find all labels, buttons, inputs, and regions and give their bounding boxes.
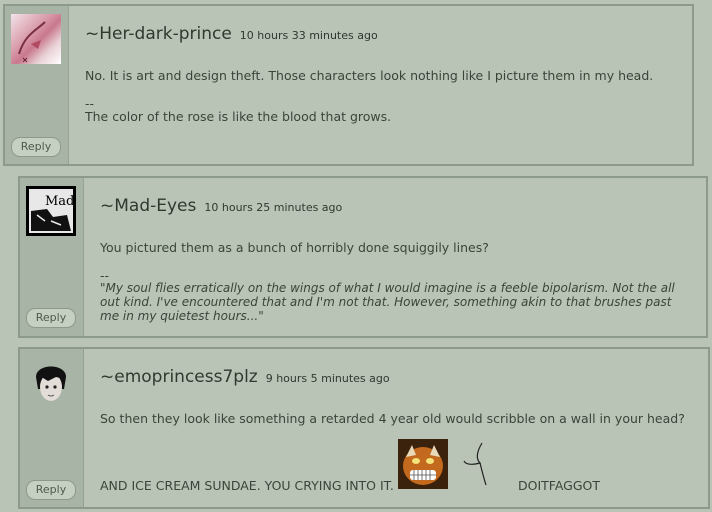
comment-body: ~Mad-Eyes 10 hours 25 minutes ago You pic… xyxy=(100,178,698,336)
comment-text-word: DOITFAGGOT xyxy=(518,478,601,493)
reply-button[interactable]: Reply xyxy=(11,137,61,157)
comment-header: ~emoprincess7plz 9 hours 5 minutes ago xyxy=(100,367,390,387)
comment-3: Reply ~emoprincess7plz 9 hours 5 minutes … xyxy=(18,347,710,509)
signature-line: out kind. I've encountered that and I'm … xyxy=(100,295,672,309)
comment-header: ~Her-dark-prince 10 hours 33 minutes ago xyxy=(85,24,378,44)
comment-text-line: AND ICE CREAM SUNDAE. YOU CRYING INTO IT… xyxy=(100,478,394,493)
username-link[interactable]: ~Mad-Eyes xyxy=(100,196,196,216)
squiggle-drawing-icon xyxy=(463,442,487,486)
comment-text: You pictured them as a bunch of horribly… xyxy=(100,240,489,255)
comment-body: ~emoprincess7plz 9 hours 5 minutes ago So… xyxy=(100,349,700,507)
timestamp[interactable]: 10 hours 25 minutes ago xyxy=(204,201,342,214)
comment-header: ~Mad-Eyes 10 hours 25 minutes ago xyxy=(100,196,342,216)
avatar[interactable]: Mad xyxy=(26,186,76,236)
comment-sidebar: Reply xyxy=(20,349,84,507)
comment-body: ~Her-dark-prince 10 hours 33 minutes ago … xyxy=(85,6,684,164)
timestamp[interactable]: 10 hours 33 minutes ago xyxy=(240,29,378,42)
avatar-image-icon: Mad xyxy=(29,189,74,233)
avatar-text: Mad xyxy=(45,194,74,209)
username-link[interactable]: ~emoprincess7plz xyxy=(100,367,258,387)
comment-1: Reply ~Her-dark-prince 10 hours 33 minute… xyxy=(3,4,694,166)
avatar[interactable] xyxy=(11,14,61,64)
reply-button[interactable]: Reply xyxy=(26,480,76,500)
timestamp[interactable]: 9 hours 5 minutes ago xyxy=(266,372,390,385)
comment-text: So then they look like something a retar… xyxy=(100,411,685,426)
emoticon-beast-icon xyxy=(398,439,448,489)
signature-text: The color of the rose is like the blood … xyxy=(85,109,392,124)
avatar[interactable] xyxy=(26,357,76,407)
comment-sidebar: Reply xyxy=(5,6,69,164)
comment-sidebar: Mad Reply xyxy=(20,178,84,336)
signature-line: me in my quietest hours..." xyxy=(100,309,264,323)
avatar-image-icon xyxy=(36,366,66,401)
comment-2: Mad Reply ~Mad-Eyes 10 hours 25 minutes a… xyxy=(18,176,708,338)
reply-button[interactable]: Reply xyxy=(26,308,76,328)
comment-text: No. It is art and design theft. Those ch… xyxy=(85,68,654,83)
signature-line: "My soul flies erratically on the wings … xyxy=(100,281,675,295)
avatar-image-icon xyxy=(18,21,46,63)
username-link[interactable]: ~Her-dark-prince xyxy=(85,24,232,44)
